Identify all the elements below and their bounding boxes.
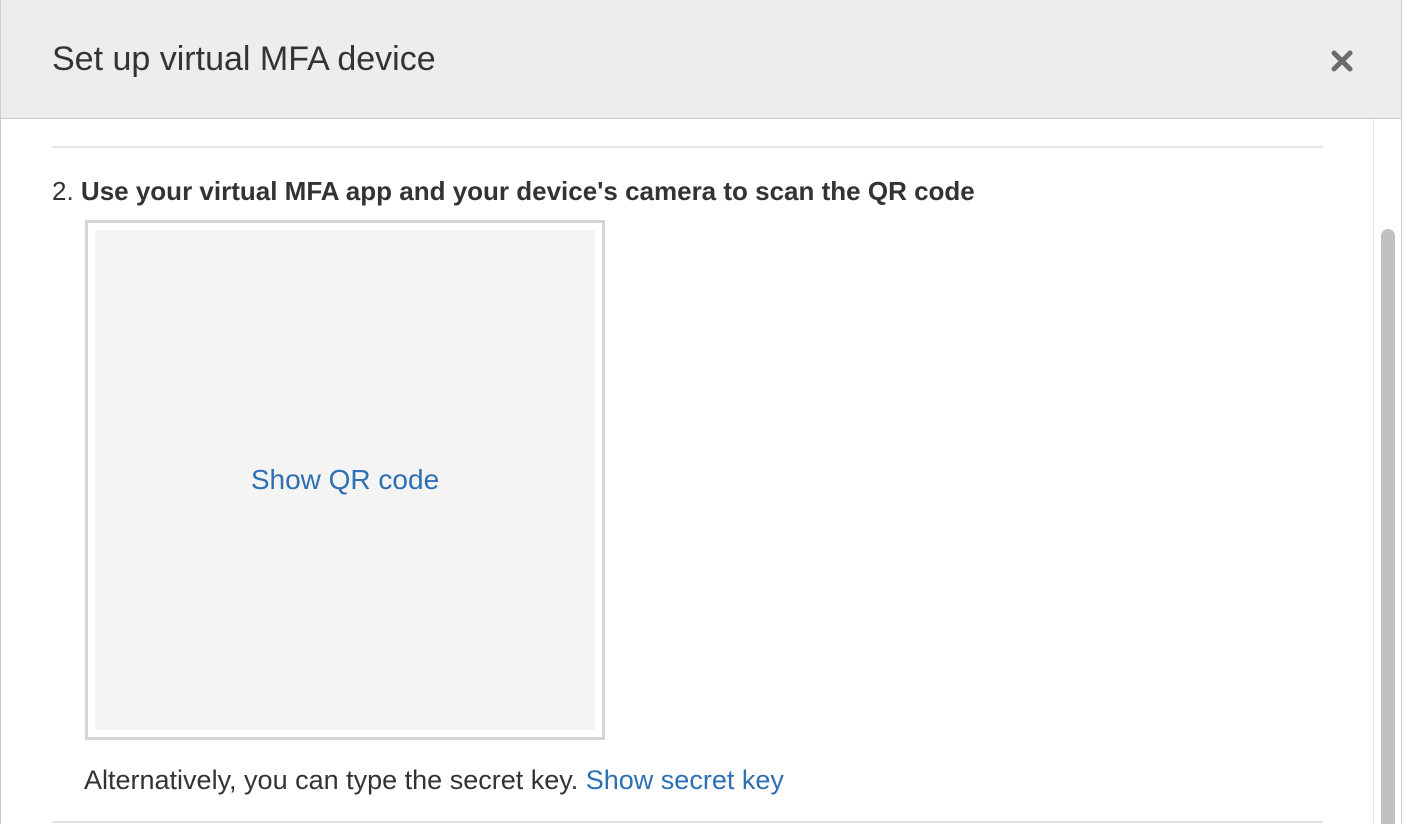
dialog-header: Set up virtual MFA device xyxy=(1,0,1401,119)
secret-key-prompt: Alternatively, you can type the secret k… xyxy=(84,765,579,795)
close-icon xyxy=(1331,50,1353,72)
section-divider-top xyxy=(52,146,1323,148)
step-heading: 2. Use your virtual MFA app and your dev… xyxy=(52,175,975,207)
scrollbar-thumb[interactable] xyxy=(1381,229,1395,824)
qr-code-box: Show QR code xyxy=(85,220,605,740)
section-divider-bottom xyxy=(52,821,1323,823)
qr-code-placeholder: Show QR code xyxy=(95,230,595,730)
secret-key-line: Alternatively, you can type the secret k… xyxy=(84,763,784,797)
show-secret-key-link[interactable]: Show secret key xyxy=(586,765,784,795)
show-qr-code-link[interactable]: Show QR code xyxy=(251,463,439,497)
mfa-setup-dialog: Set up virtual MFA device 2. Use your vi… xyxy=(0,0,1402,824)
step-instruction: Use your virtual MFA app and your device… xyxy=(80,176,975,206)
dialog-title: Set up virtual MFA device xyxy=(52,40,436,78)
dialog-body: 2. Use your virtual MFA app and your dev… xyxy=(1,119,1373,824)
vertical-scrollbar[interactable] xyxy=(1373,119,1401,824)
step-number: 2. xyxy=(52,176,74,206)
close-button[interactable] xyxy=(1323,42,1361,80)
